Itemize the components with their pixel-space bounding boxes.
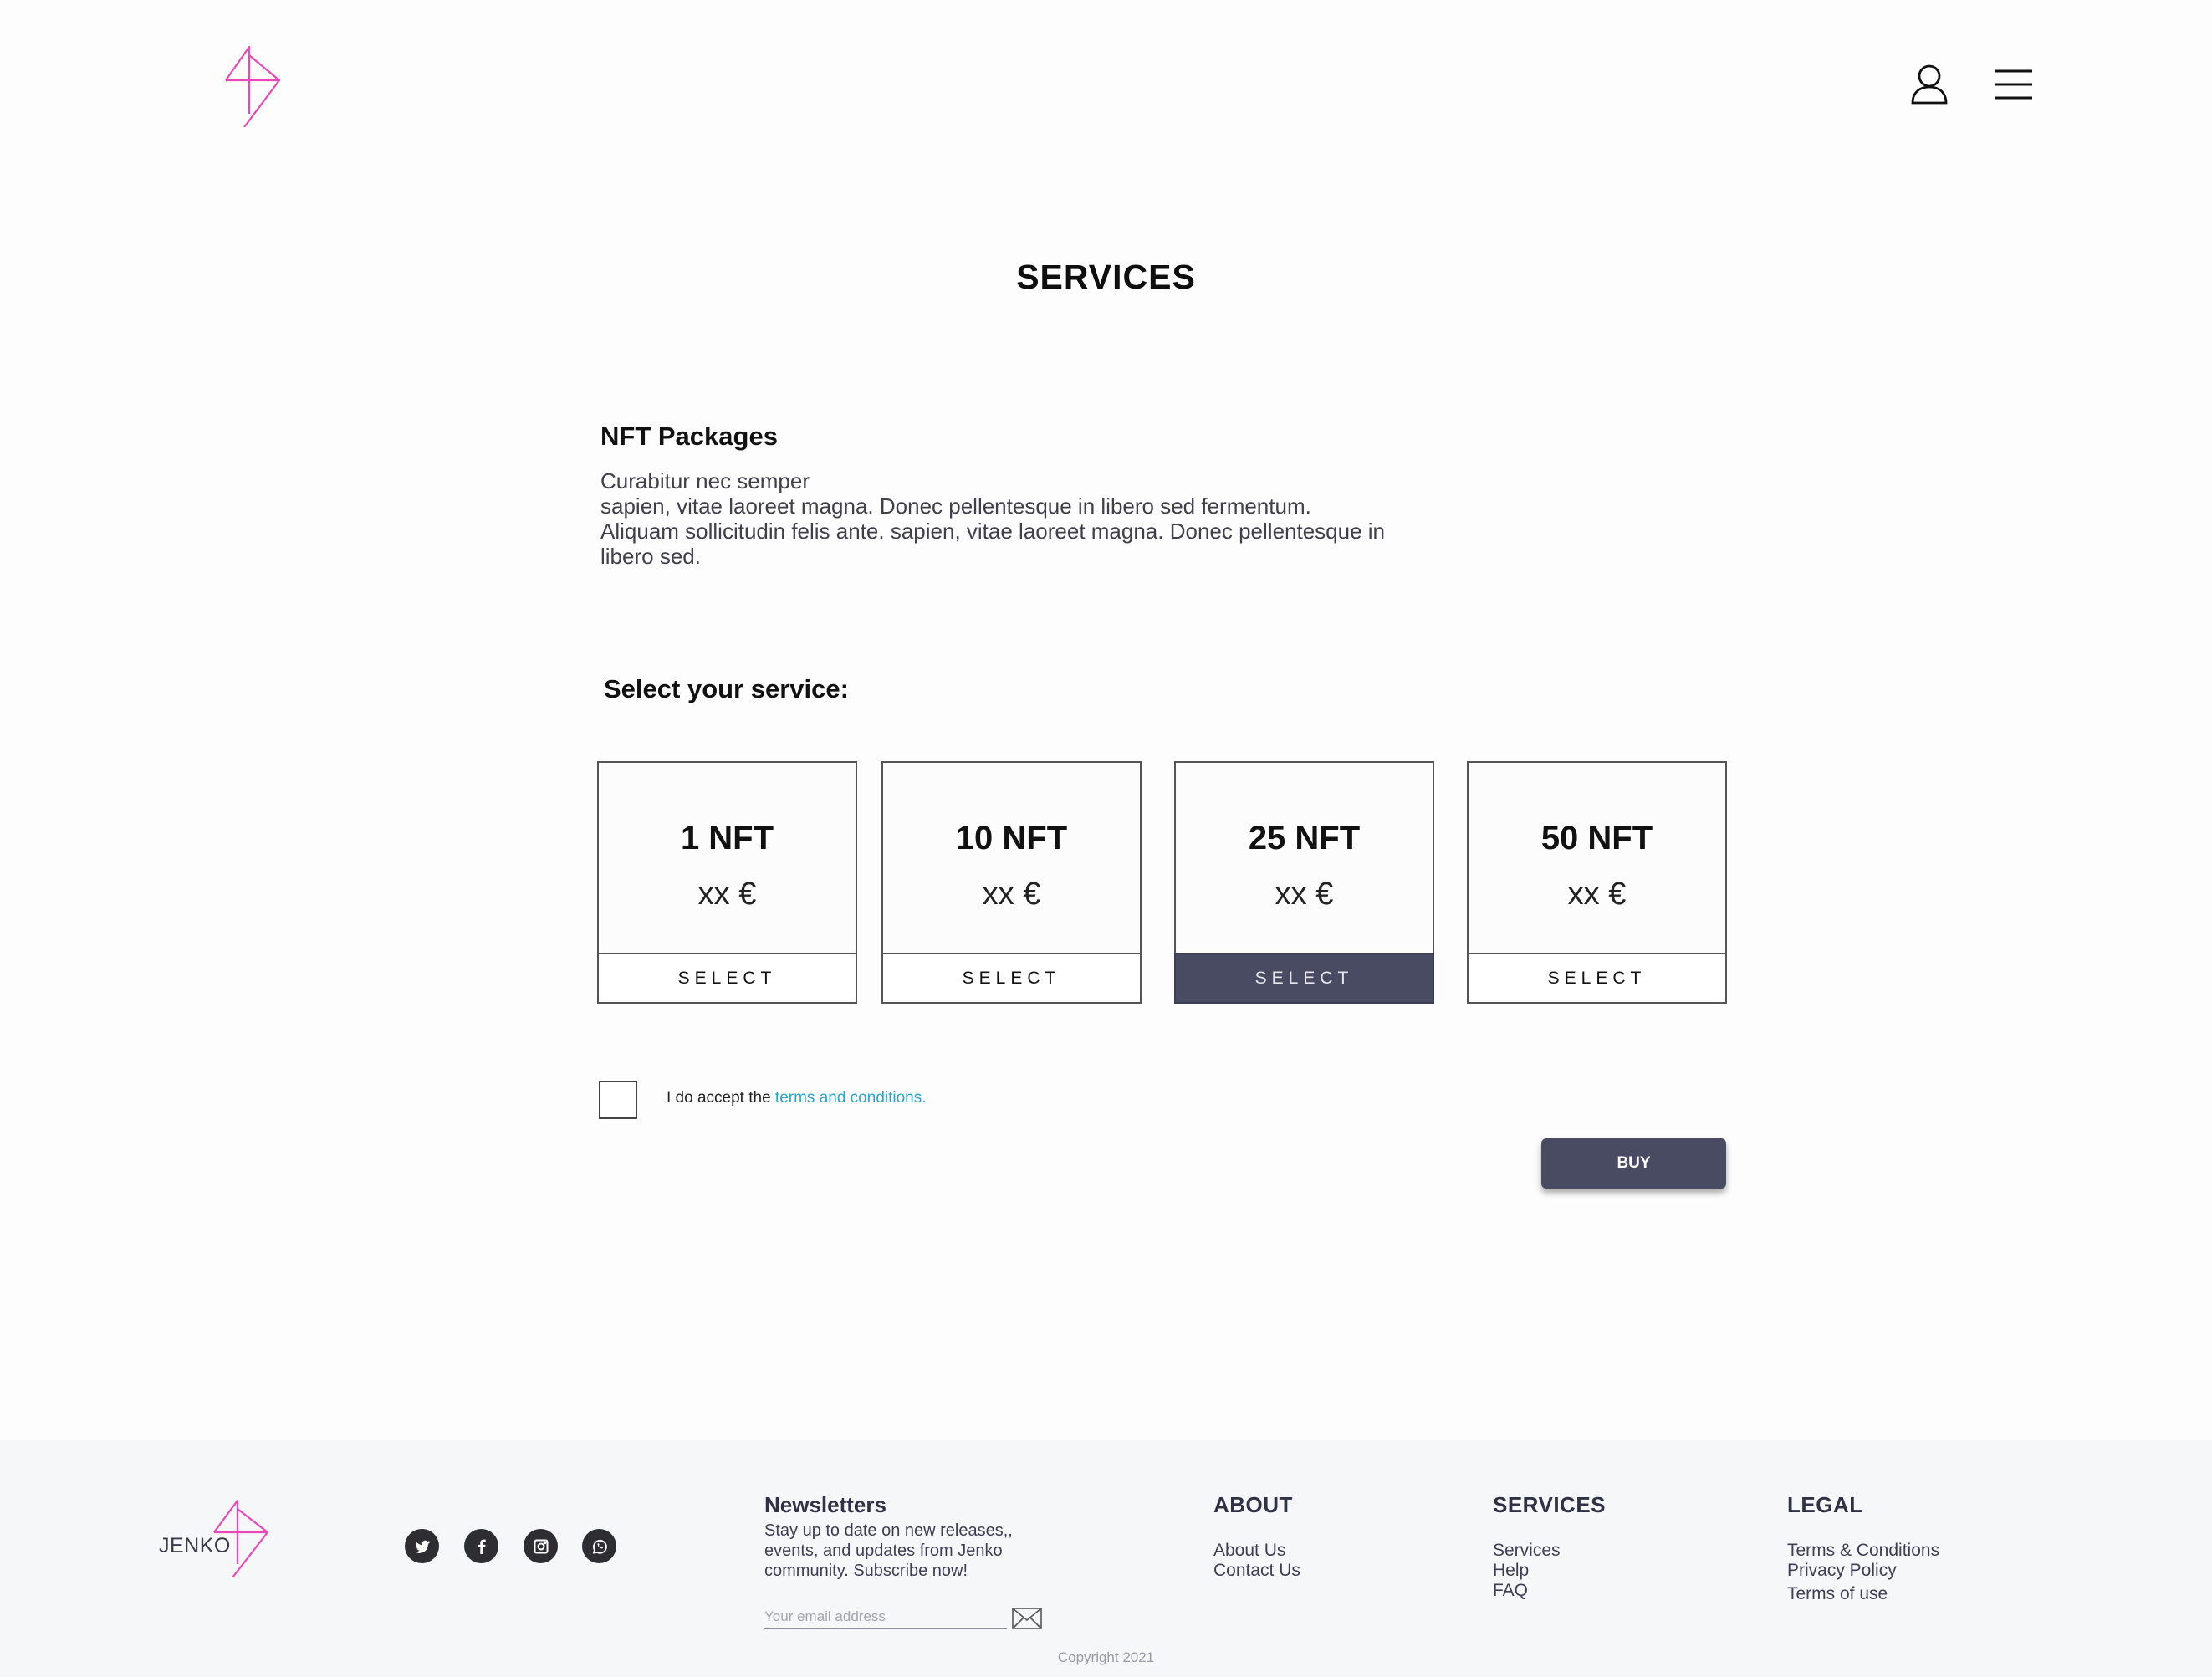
terms-checkbox[interactable]	[599, 1081, 637, 1119]
package-card-box[interactable]: 50 NFT xx €	[1467, 761, 1727, 954]
package-quantity: 10 NFT	[955, 820, 1068, 856]
package-price: xx €	[1275, 877, 1334, 912]
terms-label-text: I do accept the	[667, 1089, 775, 1107]
footer-link-terms-of-use[interactable]: Terms of use	[1787, 1584, 1888, 1604]
terms-link[interactable]: terms and conditions.	[775, 1089, 927, 1107]
package-card-box[interactable]: 25 NFT xx €	[1174, 761, 1434, 954]
whatsapp-icon[interactable]	[582, 1529, 616, 1563]
package-quantity: 1 NFT	[680, 820, 774, 856]
terms-label: I do accept the terms and conditions.	[667, 1089, 927, 1107]
intro-line: sapien, vitae laoreet magna. Donec pelle…	[600, 493, 1311, 519]
package-price: xx €	[1567, 877, 1627, 912]
package-card-box[interactable]: 1 NFT xx €	[597, 761, 857, 954]
intro-line: libero sed.	[600, 544, 701, 569]
instagram-icon[interactable]	[524, 1529, 558, 1563]
select-button-1-nft[interactable]: SELECT	[597, 953, 857, 1004]
envelope-icon[interactable]	[1012, 1608, 1042, 1629]
intro-line: Aliquam sollicitudin felis ante. sapien,…	[600, 519, 1386, 544]
newsletter-email-input[interactable]	[764, 1604, 1007, 1629]
copyright-text: Copyright 2021	[1057, 1649, 1155, 1665]
user-icon[interactable]	[1910, 64, 1949, 105]
package-quantity: 50 NFT	[1540, 820, 1653, 856]
footer-legal-heading: LEGAL	[1787, 1492, 1863, 1517]
package-card-25-nft[interactable]: 25 NFT xx € SELECT	[1174, 761, 1434, 1004]
package-card-10-nft[interactable]: 10 NFT xx € SELECT	[881, 761, 1142, 1004]
package-price: xx €	[982, 877, 1041, 912]
newsletter-description: Stay up to date on new releases,, events…	[764, 1521, 1013, 1580]
facebook-icon[interactable]	[464, 1529, 498, 1563]
page-title: SERVICES	[1016, 258, 1196, 296]
select-button-25-nft[interactable]: SELECT	[1174, 953, 1434, 1004]
footer-link-services[interactable]: Services	[1493, 1541, 1561, 1561]
package-quantity: 25 NFT	[1248, 820, 1361, 856]
select-button-10-nft[interactable]: SELECT	[881, 953, 1142, 1004]
package-card-1-nft[interactable]: 1 NFT xx € SELECT	[597, 761, 857, 1004]
jenko-logo-mark[interactable]	[207, 1497, 273, 1577]
package-card-box[interactable]: 10 NFT xx €	[881, 761, 1142, 954]
footer-services-heading: SERVICES	[1493, 1492, 1607, 1517]
footer-link-terms-conditions[interactable]: Terms & Conditions	[1787, 1541, 1939, 1561]
footer-link-help[interactable]: Help	[1493, 1561, 1529, 1581]
footer: JENKO Newsletters Stay up to date on new…	[0, 1440, 2212, 1677]
buy-button[interactable]: BUY	[1541, 1138, 1726, 1189]
jenko-logo[interactable]	[219, 43, 284, 127]
package-card-50-nft[interactable]: 50 NFT xx € SELECT	[1467, 761, 1727, 1004]
footer-link-about-us[interactable]: About Us	[1213, 1541, 1285, 1561]
menu-icon[interactable]	[1995, 69, 2032, 100]
intro-text: Curabitur nec semper sapien, vitae laore…	[600, 468, 1504, 569]
footer-link-faq[interactable]: FAQ	[1493, 1581, 1528, 1601]
twitter-icon[interactable]	[405, 1529, 439, 1563]
footer-link-contact-us[interactable]: Contact Us	[1213, 1561, 1300, 1581]
intro-heading: NFT Packages	[600, 422, 778, 451]
newsletter-heading: Newsletters	[764, 1492, 886, 1517]
package-price: xx €	[697, 877, 757, 912]
footer-link-privacy-policy[interactable]: Privacy Policy	[1787, 1561, 1897, 1581]
intro-line: Curabitur nec semper	[600, 468, 810, 493]
footer-about-heading: ABOUT	[1213, 1492, 1293, 1517]
select-service-heading: Select your service:	[604, 674, 849, 703]
select-button-50-nft[interactable]: SELECT	[1467, 953, 1727, 1004]
